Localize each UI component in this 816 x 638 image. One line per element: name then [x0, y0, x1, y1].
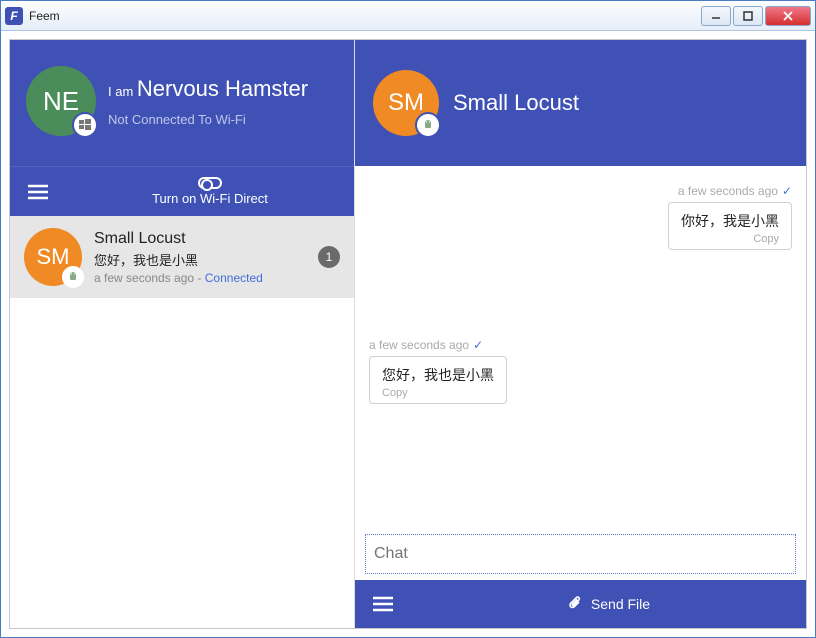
window-controls — [701, 6, 811, 26]
app-window: F Feem NE — [0, 0, 816, 638]
chat-body[interactable]: a few seconds ago ✓ 你好，我是小黑 Copy a few s… — [355, 166, 806, 534]
sidebar: NE I am Nervous Hamster Not Connected To… — [10, 40, 354, 628]
message-text: 您好，我也是小黑 — [382, 365, 494, 385]
device-time: a few seconds ago — [94, 271, 194, 285]
wifi-direct-label: Turn on Wi-Fi Direct — [152, 191, 268, 206]
chat-peer-name: Small Locust — [453, 90, 579, 116]
send-file-button[interactable]: Send File — [411, 595, 806, 614]
chat-header: SM Small Locust — [355, 40, 806, 166]
device-meta: a few seconds ago - Connected — [94, 271, 306, 285]
iam-prefix: I am — [108, 84, 133, 99]
toggle-off-icon — [198, 177, 222, 189]
wifi-direct-toggle[interactable]: Turn on Wi-Fi Direct — [66, 177, 354, 206]
paperclip-icon — [567, 595, 583, 614]
check-icon: ✓ — [782, 184, 792, 198]
message-bubble[interactable]: 你好，我是小黑 Copy — [668, 202, 792, 250]
app-icon: F — [5, 7, 23, 25]
chat-peer-initials: SM — [388, 89, 424, 117]
windows-icon — [72, 112, 98, 138]
minimize-button[interactable] — [701, 6, 731, 26]
message-outgoing: a few seconds ago ✓ 你好，我是小黑 Copy — [369, 184, 792, 250]
content-area: NE I am Nervous Hamster Not Connected To… — [1, 31, 815, 637]
chat-peer-avatar[interactable]: SM — [373, 70, 439, 136]
chat-panel: SM Small Locust a few seconds ago ✓ 你好，我… — [354, 40, 806, 628]
message-bubble[interactable]: 您好，我也是小黑 Copy — [369, 356, 507, 404]
self-avatar[interactable]: NE — [26, 66, 96, 136]
device-status: Connected — [205, 271, 263, 285]
profile-header: NE I am Nervous Hamster Not Connected To… — [10, 40, 354, 166]
unread-badge: 1 — [318, 246, 340, 268]
menu-button[interactable] — [10, 183, 66, 201]
copy-button[interactable]: Copy — [753, 233, 779, 245]
self-name[interactable]: Nervous Hamster — [137, 76, 308, 101]
android-icon — [415, 112, 441, 138]
wifi-direct-bar: Turn on Wi-Fi Direct — [10, 166, 354, 216]
titlebar[interactable]: F Feem — [1, 1, 815, 31]
wifi-status: Not Connected To Wi-Fi — [108, 112, 308, 127]
device-avatar-initials: SM — [37, 244, 70, 270]
message-time: a few seconds ago — [678, 184, 778, 198]
device-list: SM Small Locust 您好，我也是小黑 a few seconds a… — [10, 216, 354, 628]
copy-button[interactable]: Copy — [382, 387, 408, 399]
check-icon: ✓ — [473, 338, 483, 352]
device-preview: 您好，我也是小黑 — [94, 250, 306, 269]
message-time: a few seconds ago — [369, 338, 469, 352]
device-item[interactable]: SM Small Locust 您好，我也是小黑 a few seconds a… — [10, 216, 354, 298]
close-button[interactable] — [765, 6, 811, 26]
iam-line: I am Nervous Hamster — [108, 76, 308, 102]
message-text: 你好，我是小黑 — [681, 211, 779, 231]
chat-input[interactable] — [365, 534, 796, 574]
message-incoming: a few seconds ago ✓ 您好，我也是小黑 Copy — [369, 338, 792, 404]
send-file-label: Send File — [591, 596, 650, 612]
device-name: Small Locust — [94, 230, 306, 248]
maximize-button[interactable] — [733, 6, 763, 26]
chat-menu-button[interactable] — [355, 595, 411, 613]
self-avatar-initials: NE — [43, 86, 79, 117]
android-icon — [62, 266, 84, 288]
chat-footer: Send File — [355, 580, 806, 628]
window-title: Feem — [29, 9, 701, 23]
device-avatar: SM — [24, 228, 82, 286]
